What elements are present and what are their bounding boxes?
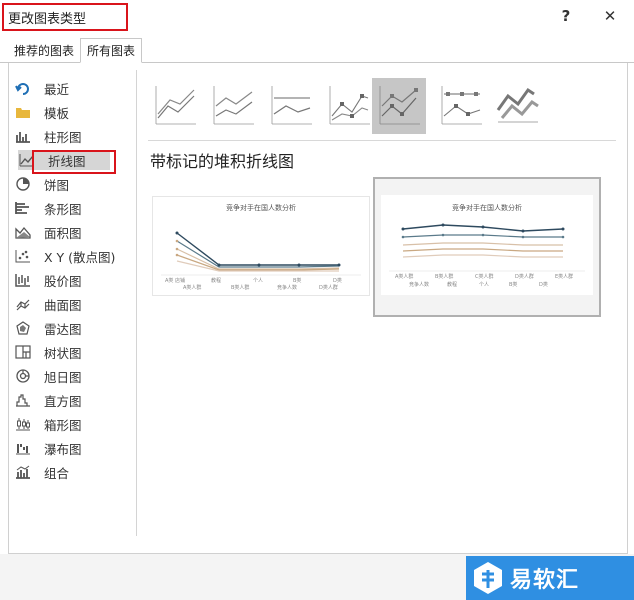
subtype-line[interactable] (148, 78, 202, 134)
preview-tick: E类人群 (555, 274, 574, 280)
chart-preview-2[interactable]: 竞争对手在国人数分析 A类人群 B类人群 C类人群 D类人群 E类人群 竞争人数… (373, 177, 601, 317)
area-chart-icon (14, 224, 32, 240)
subtype-3d-line[interactable] (490, 78, 544, 134)
watermark-logo-icon (474, 562, 502, 594)
sidebar-item-stock[interactable]: 股价图 (14, 270, 124, 290)
preview-tick: 教程 (211, 278, 222, 284)
scatter-chart-icon (14, 248, 32, 264)
subtype-percent-stacked-line-markers[interactable] (434, 78, 488, 134)
watermark: 易软汇 (466, 556, 634, 600)
sidebar-item-label: 箱形图 (44, 417, 82, 433)
sidebar-item-templates[interactable]: 模板 (14, 102, 124, 122)
preview-tick: A类 店铺 (165, 278, 186, 284)
preview-legend: B类 (509, 282, 518, 288)
bar-chart-icon (14, 200, 32, 216)
sidebar-item-label: 最近 (44, 81, 70, 97)
sidebar-item-label: 饼图 (44, 177, 70, 193)
sidebar-item-area[interactable]: 面积图 (14, 222, 124, 242)
sidebar-item-scatter[interactable]: X Y (散点图) (14, 246, 124, 266)
stacked-line-icon (213, 86, 254, 125)
preview-legend: A类人群 (183, 285, 202, 291)
box-whisker-chart-icon (14, 416, 32, 432)
sidebar-item-column[interactable]: 柱形图 (14, 126, 124, 146)
sidebar-item-label: 模板 (44, 105, 70, 121)
line-markers-icon (329, 86, 370, 125)
preview-tick: A类人群 (395, 274, 414, 280)
3d-line-icon (496, 87, 539, 123)
preview-legend: D类人群 (319, 285, 338, 291)
watermark-text: 易软汇 (510, 568, 580, 593)
recent-icon (14, 80, 32, 96)
sidebar-item-label: 条形图 (44, 201, 82, 217)
subtype-title: 带标记的堆积折线图 (150, 152, 295, 171)
sidebar-item-label: X Y (散点图) (44, 249, 116, 265)
pie-chart-icon (14, 176, 32, 192)
treemap-chart-icon (14, 344, 32, 360)
sidebar-item-label: 直方图 (44, 393, 82, 409)
close-button[interactable]: ✕ (588, 0, 632, 32)
sunburst-chart-icon (14, 368, 32, 384)
folder-icon (14, 104, 32, 120)
help-button[interactable]: ? (544, 0, 588, 32)
sidebar-item-treemap[interactable]: 树状图 (14, 342, 124, 362)
highlight-box-title (2, 3, 128, 31)
subtype-stacked-line[interactable] (206, 78, 260, 134)
sidebar-item-label: 瀑布图 (44, 441, 82, 457)
sidebar-item-label: 面积图 (44, 225, 82, 241)
sidebar-item-waterfall[interactable]: 瀑布图 (14, 438, 124, 458)
preview-tick: B类人群 (435, 274, 454, 280)
sidebar-item-label: 旭日图 (44, 369, 82, 385)
sidebar-item-label: 树状图 (44, 345, 82, 361)
preview-legend: D类 (539, 282, 548, 288)
percent-stacked-line-icon (271, 86, 312, 125)
surface-chart-icon (14, 296, 32, 312)
radar-chart-icon (14, 320, 32, 336)
gallery-separator (148, 140, 616, 141)
waterfall-chart-icon (14, 440, 32, 456)
sidebar-item-label: 柱形图 (44, 129, 82, 145)
sidebar-item-box-whisker[interactable]: 箱形图 (14, 414, 124, 434)
preview-tick: C类人群 (475, 274, 494, 280)
preview-legend: 教程 (447, 282, 458, 288)
tab-recommended-charts[interactable]: 推荐的图表 (8, 38, 80, 62)
tab-all-charts[interactable]: 所有图表 (80, 38, 142, 63)
histogram-chart-icon (14, 392, 32, 408)
sidebar-item-pie[interactable]: 饼图 (14, 174, 124, 194)
sidebar-item-bar[interactable]: 条形图 (14, 198, 124, 218)
sidebar-item-label: 雷达图 (44, 321, 82, 337)
column-chart-icon (14, 128, 32, 144)
preview-2-canvas: 竞争对手在国人数分析 A类人群 B类人群 C类人群 D类人群 E类人群 竞争人数… (381, 195, 593, 295)
preview-tick: D类 (333, 278, 342, 284)
stock-chart-icon (14, 272, 32, 288)
percent-stacked-line-markers-icon (441, 86, 482, 125)
sidebar-item-surface[interactable]: 曲面图 (14, 294, 124, 314)
combo-chart-icon (14, 464, 32, 480)
sidebar-divider (136, 70, 137, 536)
title-bar: 更改图表类型 ? ✕ (0, 0, 634, 32)
preview-legend: 个人 (479, 282, 490, 288)
preview-tick: D类人群 (515, 274, 534, 280)
highlight-box-line (32, 150, 116, 174)
preview-2-plot (389, 223, 585, 272)
subtype-percent-stacked-line[interactable] (264, 78, 318, 134)
preview-tick: 个人 (253, 278, 264, 284)
sidebar-item-label: 组合 (44, 465, 70, 481)
preview-legend: 竞争人数 (409, 282, 430, 288)
sidebar-item-radar[interactable]: 雷达图 (14, 318, 124, 338)
sidebar-item-recent[interactable]: 最近 (14, 78, 124, 98)
chart-preview-1[interactable]: 竞争对手在国人数分析 A类 店铺 教程 个人 B类 D类 A类人群 B类人群 竞… (152, 196, 370, 296)
sidebar-item-combo[interactable]: 组合 (14, 462, 124, 482)
line-icon (155, 86, 196, 125)
sidebar-item-sunburst[interactable]: 旭日图 (14, 366, 124, 386)
preview-tick: B类 (293, 278, 302, 284)
sidebar-item-label: 曲面图 (44, 297, 82, 313)
subtype-stacked-line-markers[interactable] (372, 78, 426, 134)
sidebar-item-label: 股价图 (44, 273, 82, 289)
sidebar-item-histogram[interactable]: 直方图 (14, 390, 124, 410)
preview-legend: B类人群 (231, 285, 250, 291)
stacked-line-markers-icon (379, 86, 420, 125)
subtype-line-markers[interactable] (322, 78, 376, 134)
preview-legend: 竞争人数 (277, 285, 298, 291)
